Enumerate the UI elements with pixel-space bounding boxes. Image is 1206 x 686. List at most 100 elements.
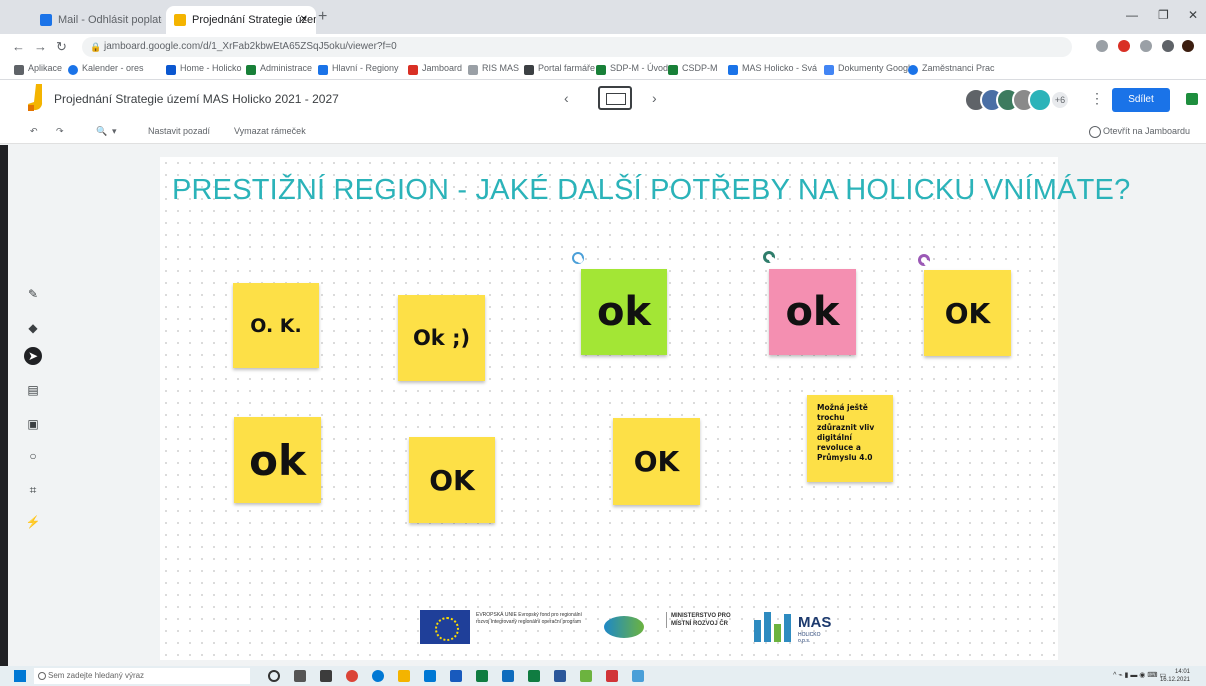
previous-frame-icon[interactable]: ‹ (564, 90, 569, 106)
cortana-icon[interactable] (268, 670, 280, 682)
taskbar-app-icon[interactable] (528, 670, 540, 682)
bookmark-item[interactable]: Kalender - ores (68, 63, 144, 75)
bookmark-item[interactable]: Hlavní - Regiony (318, 63, 399, 75)
taskbar-clock[interactable]: 14:01 16.12.2021 (1160, 668, 1190, 684)
sticky-note-text: OK (429, 463, 475, 497)
close-window-icon[interactable]: ✕ (1188, 8, 1198, 22)
word-icon[interactable] (450, 670, 462, 682)
taskbar-search-placeholder: Sem zadejte hledaný výraz (48, 671, 145, 680)
edge-icon[interactable] (372, 670, 384, 682)
image-icon[interactable]: ▣ (24, 415, 42, 433)
sticky-note[interactable]: ok (234, 417, 321, 503)
bookmark-item[interactable]: Zaměstnanci Prac (908, 63, 995, 75)
next-frame-icon[interactable]: › (652, 90, 657, 106)
sticky-note[interactable]: Ok ;) (398, 295, 485, 381)
docs-icon (824, 65, 834, 75)
bookmark-item[interactable]: Portal farmáře (524, 63, 595, 75)
document-title[interactable]: Projednání Strategie území MAS Holicko 2… (54, 92, 339, 106)
puzzle-icon[interactable] (1162, 40, 1174, 52)
store-icon[interactable] (424, 670, 436, 682)
open-in-jamboard-button[interactable]: Otevřít na Jamboardu (1088, 126, 1190, 138)
bookmark-item[interactable]: Home - Holicko (166, 63, 242, 75)
taskbar-app-icon[interactable] (606, 670, 618, 682)
bookmark-icon (728, 65, 738, 75)
browser-tab-mail[interactable]: Mail - Odhlásit poplatek (32, 6, 162, 34)
sticky-note[interactable]: OK (613, 418, 700, 505)
sticky-note[interactable]: ok (581, 269, 667, 355)
new-tab-icon[interactable]: + (318, 8, 327, 26)
back-icon[interactable]: ← (12, 39, 25, 54)
file-explorer-icon[interactable] (398, 670, 410, 682)
sticky-note[interactable]: O. K. (233, 283, 319, 368)
set-background-button[interactable]: Nastavit pozadí (148, 126, 210, 136)
forward-icon[interactable]: → (34, 39, 47, 54)
window-edge (0, 145, 8, 666)
bookmark-item[interactable]: Jamboard (408, 63, 462, 75)
sticky-note[interactable]: OK (924, 270, 1011, 356)
profile-avatar[interactable] (1182, 40, 1194, 52)
sticky-note[interactable]: Možná ještě trochu zdůraznit vliv digitá… (807, 395, 893, 482)
bookmark-item[interactable]: CSDP-M (668, 63, 718, 75)
minimize-icon[interactable]: — (1126, 8, 1138, 22)
sticky-note-text: OK (633, 445, 680, 478)
bookmark-item[interactable]: Aplikace (14, 63, 62, 75)
taskbar-search-input[interactable]: Sem zadejte hledaný výraz (34, 668, 250, 684)
apps-icon (14, 65, 24, 75)
meet-icon[interactable] (1186, 93, 1198, 105)
sticky-note-icon[interactable]: ▤ (24, 381, 42, 399)
frame-bar-button[interactable] (598, 86, 632, 110)
windows-start-icon[interactable] (14, 670, 26, 682)
bookmark-icon (524, 65, 534, 75)
jamboard-canvas[interactable] (160, 157, 1058, 660)
share-button[interactable]: Sdílet (1112, 88, 1170, 112)
system-tray[interactable]: ^ ⌁ ▮ ▬ ◉ ⌨ ▭ (1113, 671, 1166, 679)
sticky-note-text: O. K. (250, 314, 302, 337)
undo-icon[interactable]: ↶ (30, 126, 38, 137)
taskbar-app-icon[interactable] (320, 670, 332, 682)
zoom-dropdown-icon[interactable]: ▾ (112, 126, 117, 137)
circle-icon[interactable]: ○ (24, 447, 42, 465)
taskbar-app-icon[interactable] (632, 670, 644, 682)
sticky-note-text: OK (944, 296, 991, 330)
ministry-logo-icon (604, 616, 644, 638)
laser-icon[interactable]: ⚡ (24, 513, 42, 531)
avatar[interactable] (1028, 88, 1052, 112)
mas-logo-subtitle: HOLICKO o.p.s. (798, 632, 821, 644)
select-icon[interactable]: ➤ (24, 347, 42, 365)
toolbar: ↶ ↷ 🔍 ▾ Nastavit pozadí Vymazat rámeček … (0, 120, 1206, 144)
mail-favicon-icon (40, 14, 52, 26)
taskbar-app-icon[interactable] (554, 670, 566, 682)
bookmark-item[interactable]: MAS Holicko - Svá (728, 63, 817, 75)
clear-frame-button[interactable]: Vymazat rámeček (234, 126, 306, 136)
excel-icon[interactable] (476, 670, 488, 682)
reload-icon[interactable]: ↻ (56, 39, 67, 55)
close-tab-icon[interactable]: ✕ (300, 6, 308, 34)
more-collaborators-badge[interactable]: +6 (1052, 92, 1068, 108)
zoom-icon[interactable]: 🔍 (96, 126, 107, 137)
bookmark-item[interactable]: SDP-M - Úvod (596, 63, 668, 75)
taskbar-app-icon[interactable] (580, 670, 592, 682)
chrome-icon[interactable] (346, 670, 358, 682)
more-options-icon[interactable]: ⋮ (1090, 90, 1104, 107)
star-icon[interactable] (1096, 40, 1108, 52)
bookmark-item[interactable]: Dokumenty Google (824, 63, 915, 75)
bookmark-item[interactable]: RIS MAS (468, 63, 519, 75)
maximize-icon[interactable]: ❐ (1158, 8, 1169, 22)
text-box-icon[interactable]: ⌗ (24, 481, 42, 499)
extension-icon[interactable] (1140, 40, 1152, 52)
outlook-icon[interactable] (502, 670, 514, 682)
browser-tab-strip: Mail - Odhlásit poplatek Projednání Stra… (0, 0, 1206, 34)
sticky-note[interactable]: OK (409, 437, 495, 523)
url-input[interactable]: 🔒 jamboard.google.com/d/1_XrFab2kbwEtA65… (82, 37, 1072, 57)
redo-icon[interactable]: ↷ (56, 126, 64, 137)
extension-icon[interactable] (1118, 40, 1130, 52)
browser-tab-jamboard[interactable]: Projednání Strategie území MA ✕ (166, 6, 316, 34)
sticky-note[interactable]: ok (769, 269, 856, 355)
task-view-icon[interactable] (294, 670, 306, 682)
sticky-note-text: Ok ;) (412, 326, 471, 350)
pen-icon[interactable]: ✎ (24, 285, 42, 303)
tab-title: Mail - Odhlásit poplatek (58, 14, 162, 26)
eraser-icon[interactable]: ◆ (24, 319, 42, 337)
bookmark-item[interactable]: Administrace (246, 63, 312, 75)
eu-flag-icon (420, 610, 470, 644)
